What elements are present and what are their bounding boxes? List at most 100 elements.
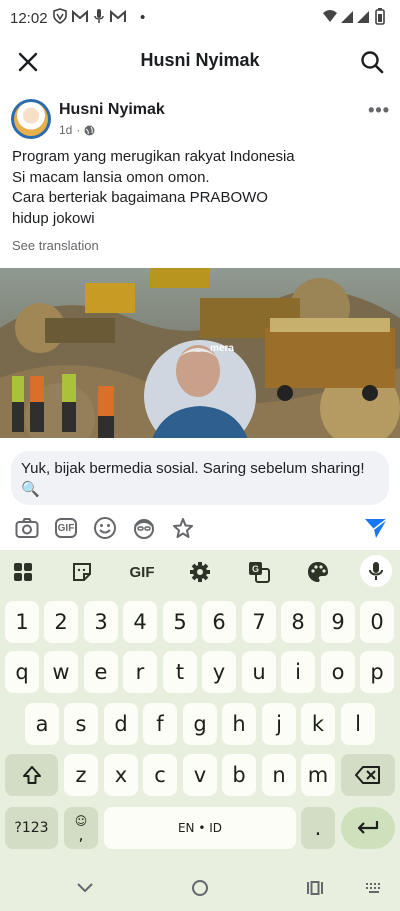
key-n[interactable]: n <box>262 754 296 796</box>
zxcv-row: z x c v b n m <box>0 754 400 796</box>
post-text: Program yang merugikan rakyat Indonesia … <box>12 147 392 229</box>
settings-key[interactable] <box>185 558 215 586</box>
gmail-icon-2 <box>110 10 126 22</box>
comment-composer: Yuk, bijak bermedia sosial. Saring sebel… <box>0 438 400 550</box>
comma-label: , <box>78 825 84 844</box>
key-j[interactable]: j <box>262 703 296 745</box>
key-g[interactable]: g <box>183 703 217 745</box>
nav-home-button[interactable] <box>188 878 212 898</box>
top-app-bar: Husni Nyimak <box>0 36 400 86</box>
see-translation-link[interactable]: See translation <box>12 238 99 253</box>
landfill-photo <box>0 268 400 446</box>
nav-back-button[interactable] <box>73 878 97 898</box>
key-p[interactable]: p <box>360 651 394 693</box>
backspace-icon <box>355 766 380 784</box>
key-1[interactable]: 1 <box>5 601 39 643</box>
avatar-sticker-button[interactable] <box>130 514 158 542</box>
comma-key[interactable]: ☺ , <box>64 807 98 849</box>
nav-recents-button[interactable] <box>303 878 327 898</box>
key-3[interactable]: 3 <box>84 601 118 643</box>
page-title: Husni Nyimak <box>140 50 260 70</box>
recents-icon <box>307 881 323 895</box>
post-image[interactable]: mera <box>0 268 400 446</box>
backspace-key[interactable] <box>341 754 395 796</box>
post-time[interactable]: 1d <box>59 123 72 137</box>
sticker-button[interactable] <box>169 514 197 542</box>
post-line: Si macam lansia omon omon. <box>12 168 210 186</box>
gif-key[interactable]: GIF <box>126 558 158 586</box>
system-nav-bar <box>0 866 400 911</box>
voice-input-button[interactable] <box>360 555 392 587</box>
emoji-icon <box>94 517 116 539</box>
vpn-shield-icon <box>53 8 67 24</box>
send-button[interactable] <box>362 514 390 542</box>
key-f[interactable]: f <box>143 703 177 745</box>
key-o[interactable]: o <box>321 651 355 693</box>
qwerty-row: q w e r t y u i o p <box>0 651 400 693</box>
sheet-handle <box>18 438 370 446</box>
apps-grid-button[interactable] <box>8 558 38 586</box>
sticker-key[interactable] <box>67 558 97 586</box>
key-u[interactable]: u <box>242 651 276 693</box>
wifi-icon <box>323 10 337 22</box>
key-h[interactable]: h <box>222 703 256 745</box>
key-t[interactable]: t <box>163 651 197 693</box>
key-5[interactable]: 5 <box>163 601 197 643</box>
key-0[interactable]: 0 <box>360 601 394 643</box>
camera-button[interactable] <box>13 514 41 542</box>
post-header: Husni Nyimak 1d · ••• <box>0 92 400 144</box>
send-icon <box>365 518 388 538</box>
key-a[interactable]: a <box>25 703 59 745</box>
key-7[interactable]: 7 <box>242 601 276 643</box>
keyboard-switch-button[interactable] <box>362 878 386 898</box>
translate-key[interactable]: G <box>244 558 274 586</box>
key-y[interactable]: y <box>202 651 236 693</box>
theme-key[interactable] <box>303 558 333 586</box>
avatar[interactable] <box>11 99 51 139</box>
search-button[interactable] <box>356 46 388 78</box>
gif-button[interactable]: GIF <box>52 514 80 542</box>
key-c[interactable]: c <box>143 754 177 796</box>
key-z[interactable]: z <box>64 754 98 796</box>
key-q[interactable]: q <box>5 651 39 693</box>
key-w[interactable]: w <box>44 651 78 693</box>
key-r[interactable]: r <box>123 651 157 693</box>
status-dot: • <box>140 9 146 26</box>
emoji-button[interactable] <box>91 514 119 542</box>
key-x[interactable]: x <box>104 754 138 796</box>
gmail-icon <box>72 10 88 22</box>
chevron-down-icon <box>77 883 93 893</box>
shift-icon <box>22 766 41 784</box>
more-dots-icon: ••• <box>368 100 390 120</box>
key-2[interactable]: 2 <box>44 601 78 643</box>
key-b[interactable]: b <box>222 754 256 796</box>
keyboard: GIF G 1 2 3 4 5 6 7 8 9 0 q w e r t y u … <box>0 550 400 911</box>
key-v[interactable]: v <box>183 754 217 796</box>
key-e[interactable]: e <box>84 651 118 693</box>
signal-icon <box>341 11 353 23</box>
more-options-button[interactable]: ••• <box>368 100 390 121</box>
comment-input[interactable]: Yuk, bijak bermedia sosial. Saring sebel… <box>11 451 389 505</box>
key-4[interactable]: 4 <box>123 601 157 643</box>
post-line: Program yang merugikan rakyat Indonesia <box>12 148 295 165</box>
status-time: 12:02 <box>10 10 48 27</box>
period-key[interactable]: . <box>301 807 335 849</box>
shift-key[interactable] <box>5 754 58 796</box>
post-author-name[interactable]: Husni Nyimak <box>59 101 165 119</box>
gear-icon <box>190 562 210 582</box>
key-9[interactable]: 9 <box>321 601 355 643</box>
key-k[interactable]: k <box>301 703 335 745</box>
enter-key[interactable] <box>341 807 395 849</box>
key-6[interactable]: 6 <box>202 601 236 643</box>
space-key[interactable]: EN • ID <box>104 807 296 849</box>
symbols-key[interactable]: ?123 <box>5 807 58 849</box>
sticker-icon <box>73 563 91 581</box>
asdf-row: a s d f g h j k l <box>0 703 400 745</box>
key-i[interactable]: i <box>281 651 315 693</box>
keyboard-icon <box>366 883 380 893</box>
key-8[interactable]: 8 <box>281 601 315 643</box>
key-s[interactable]: s <box>64 703 98 745</box>
key-d[interactable]: d <box>104 703 138 745</box>
key-m[interactable]: m <box>301 754 335 796</box>
key-l[interactable]: l <box>341 703 375 745</box>
